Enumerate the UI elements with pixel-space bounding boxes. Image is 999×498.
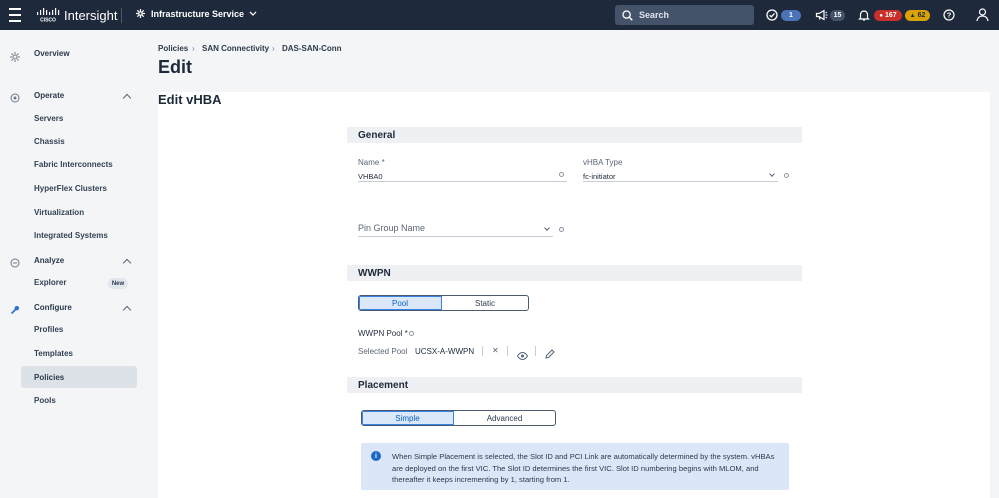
sidebar-item-pools[interactable]: Pools — [34, 396, 56, 405]
view-icon[interactable] — [516, 347, 529, 365]
sidebar-item-overview[interactable]: Overview — [34, 49, 70, 58]
name-underline — [358, 181, 567, 182]
card-title: Edit vHBA — [158, 92, 222, 107]
tab-pool[interactable]: Pool — [359, 296, 442, 310]
breadcrumb-current: DAS-SAN-Conn — [282, 44, 342, 53]
info-icon[interactable] — [409, 331, 414, 336]
selected-pool-label: Selected Pool — [358, 347, 408, 356]
sidebar-item-policies[interactable]: Policies — [21, 366, 137, 388]
svg-text:?: ? — [947, 11, 952, 20]
sidebar-item-profiles[interactable]: Profiles — [34, 325, 63, 334]
info-banner: i When Simple Placement is selected, the… — [361, 443, 789, 490]
edit-icon[interactable] — [545, 346, 555, 364]
section-general: General — [347, 127, 802, 143]
configure-icon — [10, 302, 20, 320]
service-selector[interactable]: Infrastructure Service — [135, 8, 257, 19]
breadcrumb-separator: › — [272, 44, 275, 53]
breadcrumb-san-connectivity[interactable]: SAN Connectivity — [202, 44, 269, 53]
critical-icon: ● — [879, 12, 883, 19]
sidebar-item-explorer[interactable]: Explorer — [34, 278, 66, 287]
search-input[interactable]: Search — [615, 5, 754, 25]
new-badge: New — [108, 278, 128, 289]
edit-card — [158, 92, 990, 498]
product-name: Intersight — [64, 8, 118, 23]
overview-icon — [10, 49, 20, 67]
menu-icon[interactable] — [9, 8, 21, 22]
cisco-logo: CISCO — [36, 8, 60, 22]
wwpn-pool-label: WWPN Pool * — [358, 329, 408, 338]
svg-text:CISCO: CISCO — [40, 18, 56, 23]
chevron-down-icon — [249, 11, 257, 16]
tab-advanced[interactable]: Advanced — [454, 411, 555, 425]
placement-mode-toggle: Simple Advanced — [361, 410, 556, 426]
info-icon[interactable] — [559, 227, 564, 232]
name-field[interactable]: VHBA0 — [358, 172, 383, 181]
sidebar-group-analyze[interactable]: Analyze — [34, 256, 64, 265]
section-wwpn: WWPN — [347, 265, 802, 281]
breadcrumb-separator: › — [192, 44, 195, 53]
tasks-icon[interactable] — [766, 9, 778, 21]
tasks-badge: 1 — [781, 10, 801, 21]
divider — [507, 346, 508, 356]
critical-count: 167 — [884, 12, 897, 19]
section-placement: Placement — [347, 377, 802, 393]
service-icon — [136, 9, 145, 18]
info-icon: i — [371, 451, 381, 461]
vhba-type-label: vHBA Type — [583, 158, 623, 167]
analyze-icon — [10, 255, 20, 273]
sidebar-item-servers[interactable]: Servers — [34, 114, 63, 123]
sidebar-group-operate[interactable]: Operate — [34, 91, 64, 100]
info-icon[interactable] — [784, 173, 789, 178]
wwpn-mode-toggle: Pool Static — [358, 295, 529, 311]
vhba-type-select[interactable]: fc-initiator — [583, 172, 616, 181]
divider — [121, 8, 122, 23]
sidebar-item-virtualization[interactable]: Virtualization — [34, 208, 84, 217]
page-title: Edit — [158, 57, 192, 77]
service-label: Infrastructure Service — [151, 8, 245, 19]
sidebar-item-chassis[interactable]: Chassis — [34, 137, 65, 146]
info-text: When Simple Placement is selected, the S… — [392, 452, 775, 484]
info-icon[interactable] — [559, 172, 564, 177]
divider — [535, 346, 536, 356]
tab-simple[interactable]: Simple — [362, 411, 454, 425]
operate-icon — [10, 90, 20, 108]
breadcrumb-policies[interactable]: Policies — [158, 44, 188, 53]
announcement-icon[interactable] — [815, 9, 828, 21]
warning-icon: ▲ — [909, 12, 916, 19]
sidebar-item-templates[interactable]: Templates — [34, 349, 73, 358]
bell-icon[interactable] — [858, 9, 870, 21]
clear-icon[interactable]: ✕ — [492, 346, 499, 355]
search-icon — [622, 9, 633, 21]
warning-alarms-badge[interactable]: ▲ 62 — [905, 10, 930, 21]
selected-pool-value: UCSX-A-WWPN — [415, 347, 475, 356]
warning-count: 62 — [917, 12, 926, 19]
pin-group-select[interactable]: Pin Group Name — [358, 223, 425, 233]
sidebar-item-hyperflex-clusters[interactable]: HyperFlex Clusters — [34, 184, 107, 193]
pin-group-underline — [358, 236, 553, 237]
critical-alarms-badge[interactable]: ● 167 — [874, 10, 902, 21]
sidebar-group-configure[interactable]: Configure — [34, 303, 72, 312]
help-icon[interactable]: ? — [943, 9, 955, 21]
divider — [482, 346, 483, 356]
notifications-badge: 15 — [830, 10, 845, 21]
tab-static[interactable]: Static — [442, 296, 528, 310]
user-icon[interactable] — [976, 8, 989, 22]
vhba-type-underline — [583, 181, 778, 182]
sidebar-item-integrated-systems[interactable]: Integrated Systems — [34, 231, 108, 240]
top-bar: CISCO Intersight Infrastructure Service … — [0, 0, 999, 30]
name-label: Name * — [358, 158, 385, 167]
search-placeholder: Search — [639, 10, 670, 20]
sidebar-item-fabric-interconnects[interactable]: Fabric Interconnects — [34, 160, 113, 169]
